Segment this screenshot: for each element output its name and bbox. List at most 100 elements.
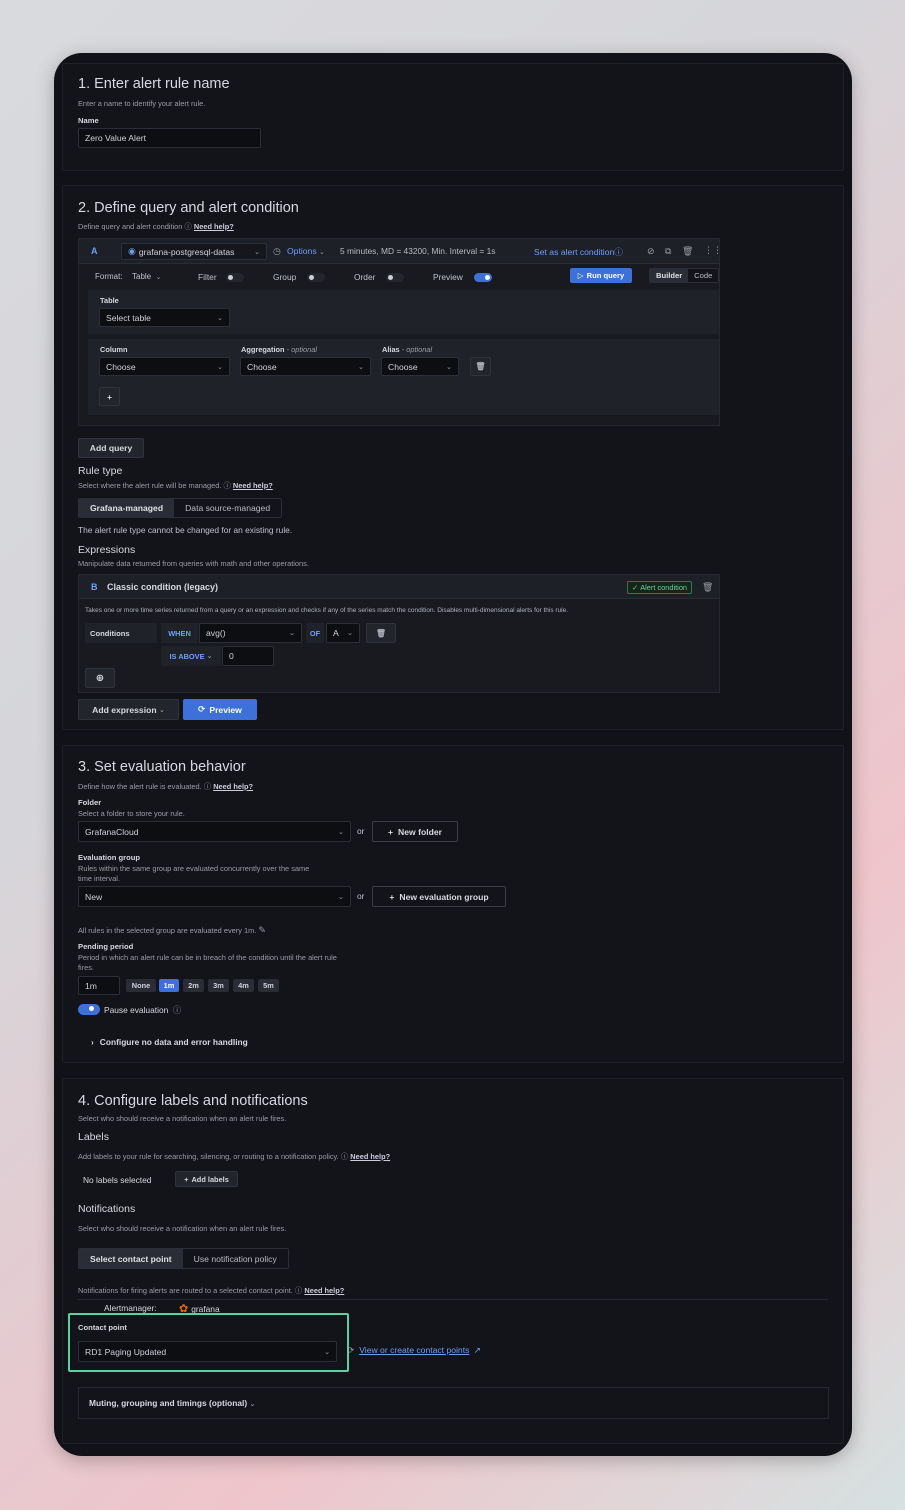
of-query-select[interactable]: A ⌄ bbox=[326, 623, 360, 643]
threshold-input[interactable]: 0 bbox=[222, 646, 274, 666]
order-toggle[interactable] bbox=[386, 273, 404, 282]
filter-toggle[interactable] bbox=[226, 273, 244, 282]
hide-icon[interactable]: ⊘ bbox=[647, 246, 655, 257]
add-column-button[interactable]: + bbox=[99, 387, 120, 406]
delete-icon: 🗑 bbox=[475, 362, 486, 371]
help-icon: ⓘ bbox=[340, 1152, 349, 1161]
section-notifications: 4. Configure labels and notifications Se… bbox=[62, 1078, 844, 1444]
routed-note: Notifications for firing alerts are rout… bbox=[78, 1286, 345, 1295]
need-help-link[interactable]: Need help? bbox=[304, 1286, 344, 1295]
section-4-title: 4. Configure labels and notifications bbox=[78, 1093, 308, 1109]
view-contact-points-link[interactable]: ⟳ View or create contact points ↗ bbox=[347, 1345, 481, 1356]
evaluation-group-label: Evaluation group bbox=[78, 853, 141, 862]
expression-ref: B bbox=[91, 582, 98, 592]
pending-period-input[interactable]: 1m bbox=[78, 976, 120, 995]
need-help-link[interactable]: Need help? bbox=[194, 222, 234, 231]
delete-icon[interactable]: 🗑 bbox=[702, 582, 713, 593]
use-notification-policy-option[interactable]: Use notification policy bbox=[182, 1249, 288, 1268]
edit-icon[interactable]: ✎ bbox=[258, 925, 266, 935]
expression-panel: B Classic condition (legacy) ✓ Alert cond… bbox=[78, 574, 720, 693]
pause-evaluation-label: Pause evaluation ⓘ bbox=[104, 1005, 182, 1015]
need-help-link[interactable]: Need help? bbox=[233, 481, 273, 490]
help-icon: ⓘ bbox=[614, 247, 623, 257]
column-label: Column bbox=[100, 345, 128, 354]
folder-select[interactable]: GrafanaCloud ⌄ bbox=[78, 821, 351, 842]
drag-icon[interactable]: ⋮⋮ bbox=[704, 245, 722, 256]
configure-no-data-toggle[interactable]: › Configure no data and error handling bbox=[91, 1037, 248, 1047]
help-icon: ⓘ bbox=[172, 1005, 182, 1015]
builder-mode[interactable]: Builder bbox=[650, 269, 689, 282]
help-icon: ⓘ bbox=[184, 222, 192, 231]
group-toggle[interactable] bbox=[307, 273, 325, 282]
divider bbox=[78, 1299, 828, 1300]
add-condition-button[interactable]: ⊕ bbox=[85, 668, 115, 688]
filter-label: Filter bbox=[198, 272, 217, 282]
options-toggle[interactable]: Options ⌄ bbox=[287, 246, 325, 256]
preview-toggle[interactable] bbox=[474, 273, 492, 282]
pending-3m[interactable]: 3m bbox=[208, 979, 229, 992]
labels-title: Labels bbox=[78, 1131, 109, 1143]
pending-1m[interactable]: 1m bbox=[159, 979, 179, 992]
add-expression-button[interactable]: Add expression ⌄ bbox=[78, 699, 179, 720]
need-help-link[interactable]: Need help? bbox=[350, 1152, 390, 1161]
clock-icon: ◷ bbox=[273, 246, 281, 256]
table-select[interactable]: Select table ⌄ bbox=[99, 308, 230, 327]
section-4-desc: Select who should receive a notification… bbox=[78, 1114, 287, 1123]
of-keyword: OF bbox=[306, 623, 324, 643]
interval-note: All rules in the selected group are eval… bbox=[78, 925, 266, 935]
delete-condition-button[interactable]: 🗑 bbox=[366, 623, 396, 643]
rule-type-switch: Grafana-managed Data source-managed bbox=[78, 498, 283, 518]
order-label: Order bbox=[354, 272, 376, 282]
help-icon: ⓘ bbox=[203, 782, 212, 791]
evaluation-group-select[interactable]: New ⌄ bbox=[78, 886, 351, 907]
pause-evaluation-toggle[interactable] bbox=[78, 1004, 100, 1015]
set-alert-condition-button[interactable]: Set as alert conditionⓘ bbox=[534, 246, 623, 258]
aggregation-select[interactable]: Choose ⌄ bbox=[240, 357, 371, 376]
rule-type-note: The alert rule type cannot be changed fo… bbox=[78, 525, 293, 535]
group-desc-2: time interval. bbox=[78, 874, 120, 883]
muting-collapse[interactable]: Muting, grouping and timings (optional) … bbox=[78, 1387, 829, 1419]
app-window: 1. Enter alert rule name Enter a name to… bbox=[54, 53, 852, 1456]
evaluator-select[interactable]: IS ABOVE ⌄ bbox=[161, 646, 221, 666]
pending-2m[interactable]: 2m bbox=[183, 979, 204, 992]
delete-column-button[interactable]: 🗑 bbox=[470, 357, 491, 376]
reducer-select[interactable]: avg() ⌄ bbox=[199, 623, 302, 643]
when-keyword[interactable]: WHEN bbox=[161, 623, 198, 643]
new-evaluation-group-button[interactable]: + New evaluation group bbox=[372, 886, 506, 907]
conditions-label: Conditions bbox=[85, 623, 157, 643]
pending-5m[interactable]: 5m bbox=[258, 979, 279, 992]
rule-name-input[interactable]: Zero Value Alert bbox=[78, 128, 261, 148]
copy-icon[interactable]: ⧉ bbox=[665, 246, 671, 257]
datasource-managed-option[interactable]: Data source-managed bbox=[174, 499, 282, 517]
preview-button[interactable]: ⟳ Preview bbox=[183, 699, 257, 720]
expressions-title: Expressions bbox=[78, 544, 136, 556]
add-query-button[interactable]: Add query bbox=[78, 438, 144, 458]
alertmanager-label: Alertmanager: bbox=[104, 1303, 157, 1313]
pending-none[interactable]: None bbox=[126, 979, 156, 992]
code-mode[interactable]: Code bbox=[688, 269, 719, 282]
section-1-desc: Enter a name to identify your alert rule… bbox=[78, 99, 206, 108]
pending-4m[interactable]: 4m bbox=[233, 979, 254, 992]
format-select[interactable]: Table ⌄ bbox=[132, 272, 161, 281]
notifications-desc: Select who should receive a notification… bbox=[78, 1224, 287, 1233]
datasource-picker[interactable]: ◉ grafana-postgresql-datas ⌄ bbox=[121, 243, 267, 260]
help-icon: ⓘ bbox=[223, 481, 231, 490]
section-rule-name: 1. Enter alert rule name Enter a name to… bbox=[62, 63, 844, 171]
aggregation-label: Aggregation - optional bbox=[241, 345, 317, 354]
column-select[interactable]: Choose ⌄ bbox=[99, 357, 230, 376]
expressions-desc: Manipulate data returned from queries wi… bbox=[78, 559, 309, 568]
alias-select[interactable]: Choose ⌄ bbox=[381, 357, 459, 376]
select-contact-point-option[interactable]: Select contact point bbox=[79, 1249, 183, 1268]
chevron-right-icon: › bbox=[91, 1037, 94, 1047]
need-help-link[interactable]: Need help? bbox=[213, 782, 253, 791]
run-query-button[interactable]: ▷ Run query bbox=[570, 268, 632, 283]
notifications-title: Notifications bbox=[78, 1203, 136, 1215]
grafana-managed-option[interactable]: Grafana-managed bbox=[79, 499, 175, 517]
muting-label: Muting, grouping and timings (optional) … bbox=[89, 1398, 256, 1408]
new-folder-button[interactable]: + New folder bbox=[372, 821, 458, 842]
expression-info: Takes one or more time series returned f… bbox=[85, 607, 569, 614]
add-labels-button[interactable]: + Add labels bbox=[175, 1171, 238, 1187]
check-icon: ✓ bbox=[632, 583, 639, 592]
pending-desc-2: fires. bbox=[78, 963, 95, 972]
delete-icon[interactable]: 🗑 bbox=[682, 246, 693, 257]
